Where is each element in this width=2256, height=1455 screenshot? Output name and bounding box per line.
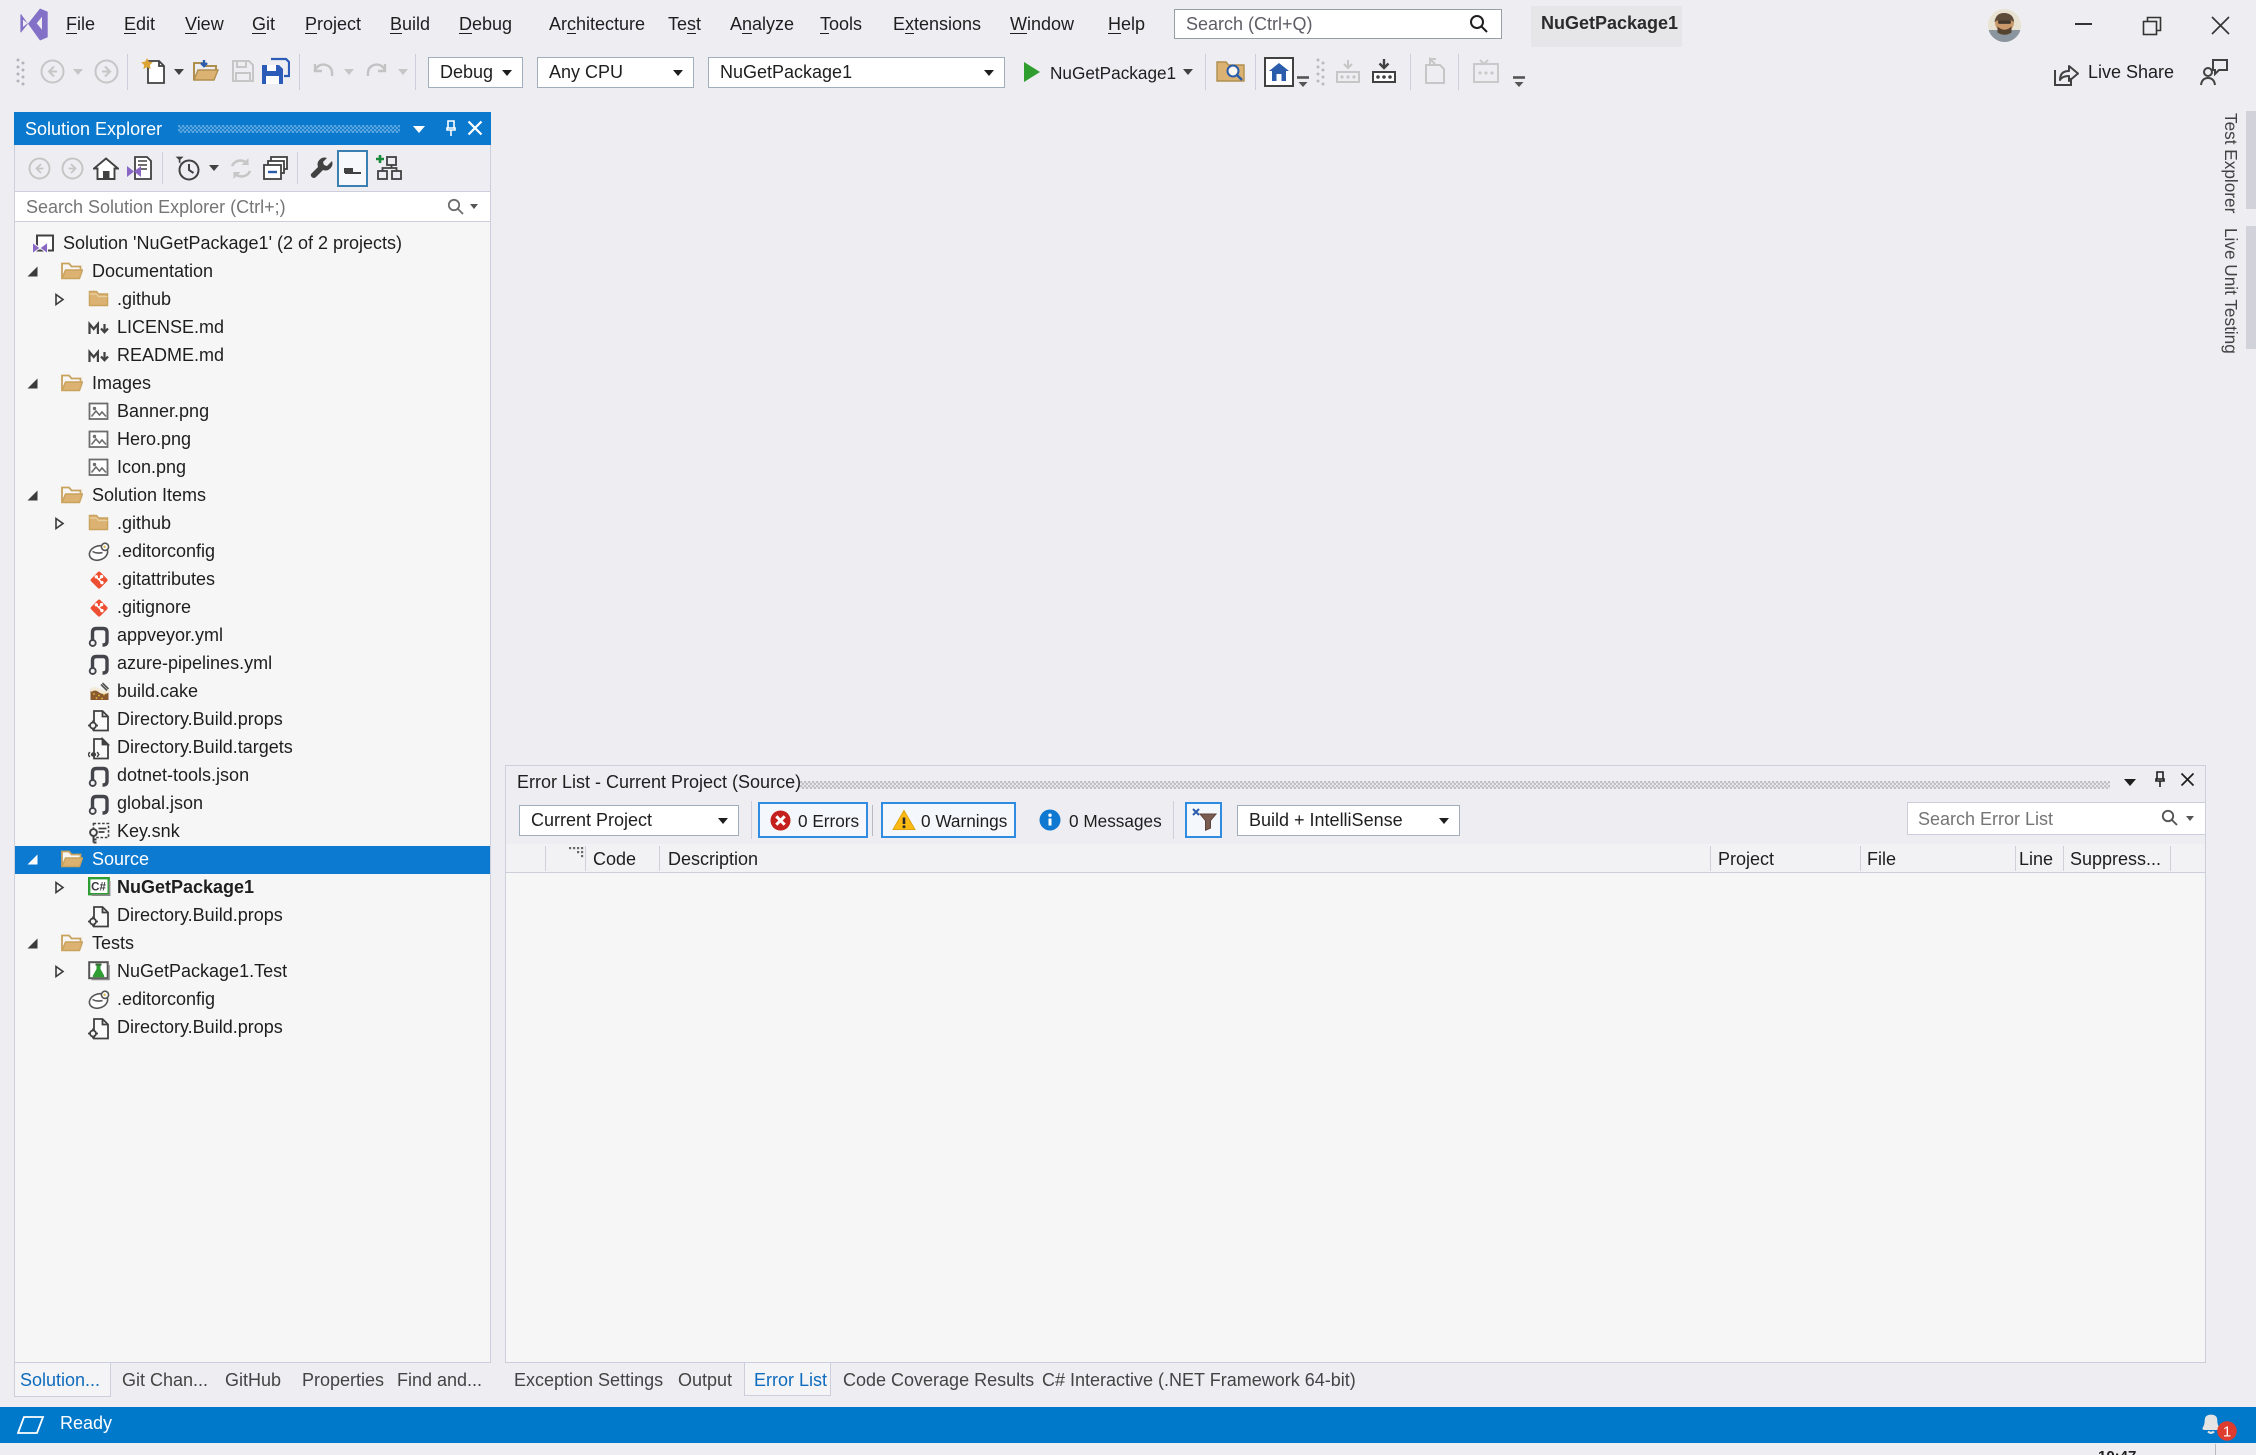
svg-text:1: 1 — [2223, 1424, 2231, 1441]
svg-text:C#: C# — [91, 882, 106, 894]
